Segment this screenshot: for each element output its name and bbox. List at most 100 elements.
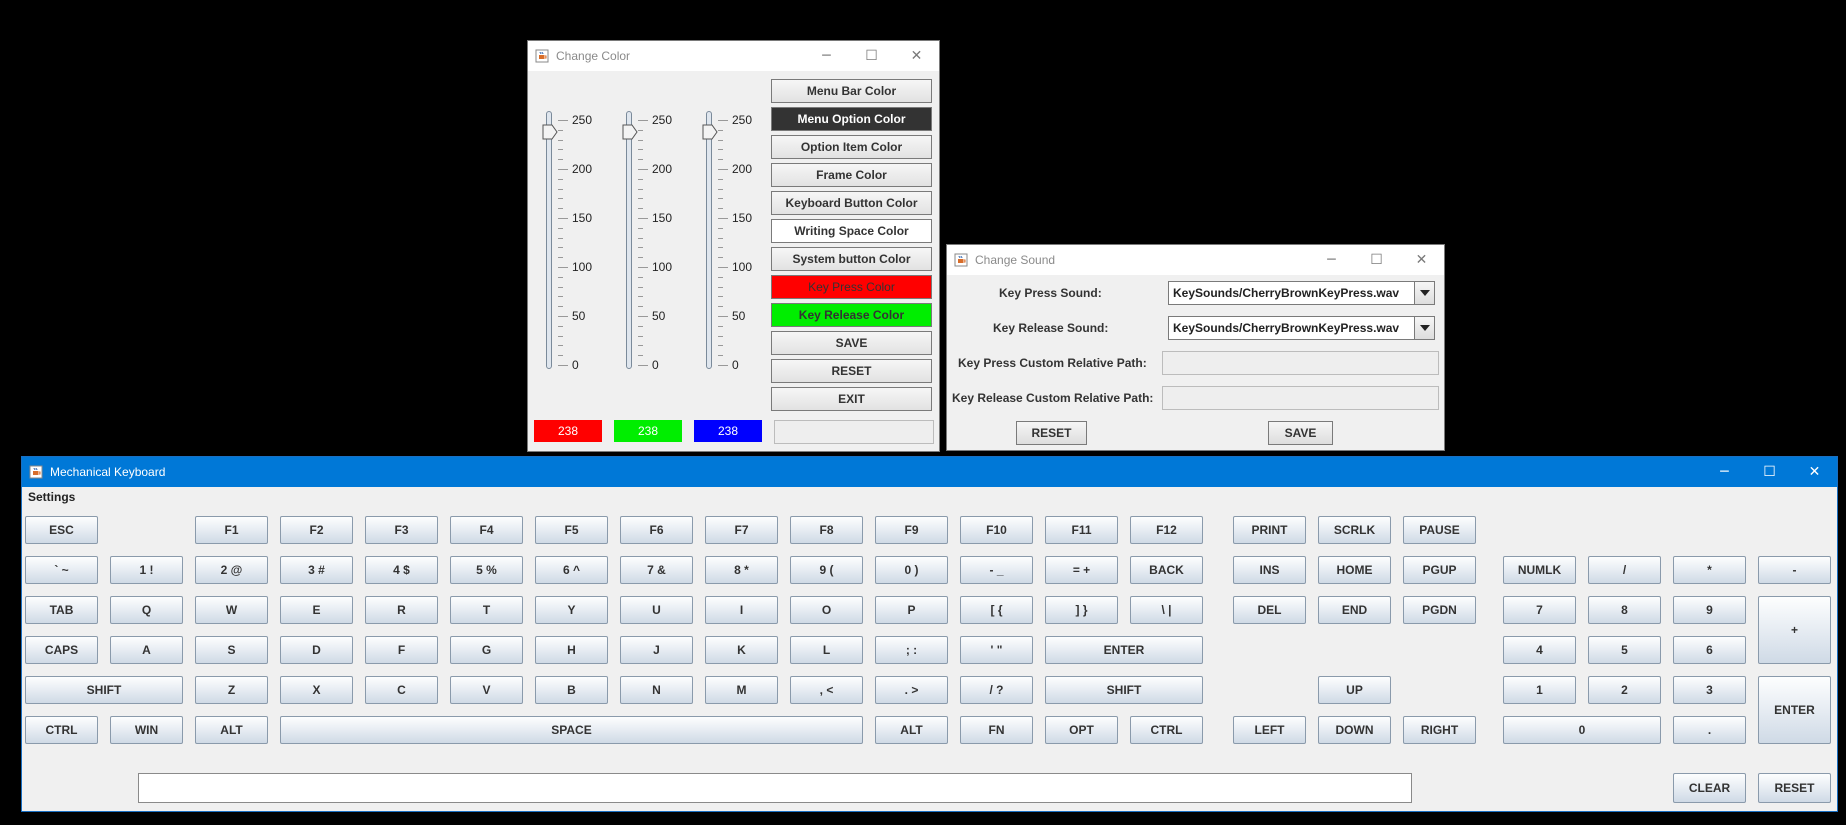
- key-3[interactable]: 3: [1673, 676, 1746, 704]
- sound-reset-button[interactable]: RESET: [1016, 421, 1087, 445]
- key-m[interactable]: M: [705, 676, 778, 704]
- key-symbol[interactable]: ] }: [1045, 596, 1118, 624]
- key-right[interactable]: RIGHT: [1403, 716, 1476, 744]
- key-pause[interactable]: PAUSE: [1403, 516, 1476, 544]
- slider-thumb[interactable]: [542, 124, 558, 140]
- key-left[interactable]: LEFT: [1233, 716, 1306, 744]
- key-5[interactable]: 5: [1588, 636, 1661, 664]
- close-icon[interactable]: ✕: [894, 41, 939, 71]
- key-symbol[interactable]: \ |: [1130, 596, 1203, 624]
- key-j[interactable]: J: [620, 636, 693, 664]
- minimize-icon[interactable]: ─: [1702, 457, 1747, 487]
- menu-option-color-button[interactable]: Menu Option Color: [771, 107, 932, 131]
- key-f2[interactable]: F2: [280, 516, 353, 544]
- key-c[interactable]: C: [365, 676, 438, 704]
- key-f5[interactable]: F5: [535, 516, 608, 544]
- key-alt[interactable]: ALT: [875, 716, 948, 744]
- key-symbol[interactable]: [ {: [960, 596, 1033, 624]
- clear-button[interactable]: CLEAR: [1673, 773, 1746, 803]
- key-symbol[interactable]: /: [1588, 556, 1661, 584]
- key-numlk[interactable]: NUMLK: [1503, 556, 1576, 584]
- key-symbol[interactable]: .: [1673, 716, 1746, 744]
- key-4[interactable]: 4 $: [365, 556, 438, 584]
- menu-bar-color-button[interactable]: Menu Bar Color: [771, 79, 932, 103]
- close-icon[interactable]: ✕: [1792, 457, 1837, 487]
- exit-button[interactable]: EXIT: [771, 387, 932, 411]
- close-icon[interactable]: ✕: [1399, 245, 1444, 275]
- key-f[interactable]: F: [365, 636, 438, 664]
- maximize-icon[interactable]: ☐: [1747, 457, 1792, 487]
- green-value-box[interactable]: 238: [614, 420, 682, 442]
- key-k[interactable]: K: [705, 636, 778, 664]
- key-press-sound-select[interactable]: KeySounds/CherryBrownKeyPress.wav: [1168, 281, 1435, 305]
- key-1[interactable]: 1 !: [110, 556, 183, 584]
- key-release-color-button[interactable]: Key Release Color: [771, 303, 932, 327]
- key-symbol[interactable]: , <: [790, 676, 863, 704]
- key-0[interactable]: 0: [1503, 716, 1661, 744]
- red-value-box[interactable]: 238: [534, 420, 602, 442]
- key-f10[interactable]: F10: [960, 516, 1033, 544]
- key-print[interactable]: PRINT: [1233, 516, 1306, 544]
- key-alt[interactable]: ALT: [195, 716, 268, 744]
- key-6[interactable]: 6 ^: [535, 556, 608, 584]
- key-symbol[interactable]: ' ": [960, 636, 1033, 664]
- key-win[interactable]: WIN: [110, 716, 183, 744]
- key-del[interactable]: DEL: [1233, 596, 1306, 624]
- key-i[interactable]: I: [705, 596, 778, 624]
- sound-window-titlebar[interactable]: Change Sound ─ ☐ ✕: [947, 245, 1444, 275]
- key-8[interactable]: 8 *: [705, 556, 778, 584]
- key-f9[interactable]: F9: [875, 516, 948, 544]
- key-pgdn[interactable]: PGDN: [1403, 596, 1476, 624]
- key-caps[interactable]: CAPS: [25, 636, 98, 664]
- key-up[interactable]: UP: [1318, 676, 1391, 704]
- blue-value-box[interactable]: 238: [694, 420, 762, 442]
- key-f3[interactable]: F3: [365, 516, 438, 544]
- chevron-down-icon[interactable]: [1414, 317, 1434, 339]
- key-p[interactable]: P: [875, 596, 948, 624]
- key-f6[interactable]: F6: [620, 516, 693, 544]
- keyboard-window-titlebar[interactable]: Mechanical Keyboard ─ ☐ ✕: [22, 457, 1837, 487]
- writing-space[interactable]: [138, 773, 1412, 803]
- slider-blue[interactable]: 250 200 150 100 50 0: [692, 101, 762, 381]
- key-symbol[interactable]: / ?: [960, 676, 1033, 704]
- key-ctrl[interactable]: CTRL: [25, 716, 98, 744]
- key-o[interactable]: O: [790, 596, 863, 624]
- key-f11[interactable]: F11: [1045, 516, 1118, 544]
- minimize-icon[interactable]: ─: [1309, 245, 1354, 275]
- reset-button[interactable]: RESET: [1758, 773, 1831, 803]
- key-f1[interactable]: F1: [195, 516, 268, 544]
- key-f4[interactable]: F4: [450, 516, 523, 544]
- key-opt[interactable]: OPT: [1045, 716, 1118, 744]
- sound-save-button[interactable]: SAVE: [1268, 421, 1333, 445]
- key-d[interactable]: D: [280, 636, 353, 664]
- maximize-icon[interactable]: ☐: [1354, 245, 1399, 275]
- slider-track[interactable]: [626, 111, 632, 369]
- key-7[interactable]: 7 &: [620, 556, 693, 584]
- key-back[interactable]: BACK: [1130, 556, 1203, 584]
- slider-track[interactable]: [706, 111, 712, 369]
- key-b[interactable]: B: [535, 676, 608, 704]
- key-ctrl[interactable]: CTRL: [1130, 716, 1203, 744]
- maximize-icon[interactable]: ☐: [849, 41, 894, 71]
- minimize-icon[interactable]: ─: [804, 41, 849, 71]
- key-release-sound-select[interactable]: KeySounds/CherryBrownKeyPress.wav: [1168, 316, 1435, 340]
- slider-thumb[interactable]: [622, 124, 638, 140]
- key-g[interactable]: G: [450, 636, 523, 664]
- release-path-input[interactable]: [1162, 386, 1439, 410]
- writing-space-color-button[interactable]: Writing Space Color: [771, 219, 932, 243]
- key-scrlk[interactable]: SCRLK: [1318, 516, 1391, 544]
- key-7[interactable]: 7: [1503, 596, 1576, 624]
- key-space[interactable]: SPACE: [280, 716, 863, 744]
- key-symbol[interactable]: *: [1673, 556, 1746, 584]
- key-5[interactable]: 5 %: [450, 556, 523, 584]
- key-h[interactable]: H: [535, 636, 608, 664]
- key-symbol[interactable]: ` ~: [25, 556, 98, 584]
- key-z[interactable]: Z: [195, 676, 268, 704]
- key-w[interactable]: W: [195, 596, 268, 624]
- key-r[interactable]: R: [365, 596, 438, 624]
- option-item-color-button[interactable]: Option Item Color: [771, 135, 932, 159]
- keyboard-button-color-button[interactable]: Keyboard Button Color: [771, 191, 932, 215]
- slider-track[interactable]: [546, 111, 552, 369]
- key-8[interactable]: 8: [1588, 596, 1661, 624]
- key-fn[interactable]: FN: [960, 716, 1033, 744]
